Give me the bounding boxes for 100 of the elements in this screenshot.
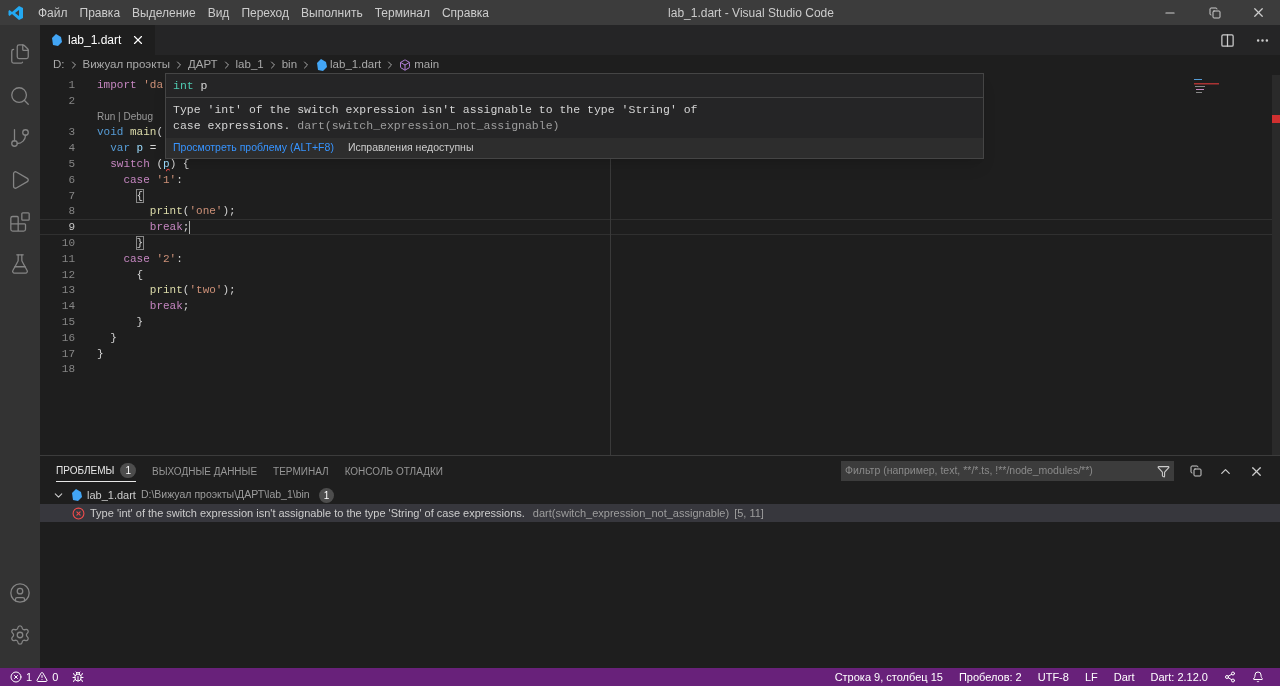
line-number: 14 — [60, 299, 75, 313]
menu-item[interactable]: Правка — [73, 3, 127, 22]
feedback-icon[interactable] — [1224, 671, 1236, 683]
line-number: 10 — [60, 235, 75, 250]
filter-field[interactable]: Фильтр (например, text, **/*.ts, !**/node_modules/**) — [841, 461, 1174, 481]
hover-message: Type 'int' of the switch expression isn't assignable to the type 'String' of case expressions. dart(switch_expression_not_assignable) — [173, 103, 698, 133]
scrollbar[interactable] — [1272, 75, 1280, 455]
code-line: { — [135, 188, 144, 203]
menu-item[interactable]: Справка — [435, 3, 495, 22]
file-path: D:\Вижуал проэкты\ДАРТ\lab_1\bin — [140, 487, 310, 503]
problem-message: Type 'int' of the switch expression isn't assignable to the type 'String' of case expressions. — [90, 505, 525, 521]
filter-icon[interactable] — [1157, 464, 1170, 478]
warning-count[interactable]: 0 — [52, 668, 59, 686]
breadcrumb-item[interactable]: main — [414, 56, 440, 74]
problem-position: [5, 11] — [734, 505, 764, 521]
menu-item[interactable]: Терминал — [368, 3, 436, 22]
breadcrumb-item[interactable]: D: — [53, 56, 65, 74]
line-number: 17 — [60, 346, 75, 361]
code-line: { — [135, 267, 144, 282]
menu-item[interactable]: Файл — [32, 3, 74, 22]
debug-icon[interactable] — [72, 671, 85, 683]
dart-file-icon — [315, 59, 328, 71]
error-marker — [1272, 115, 1280, 123]
status-item[interactable]: Dart — [1107, 668, 1141, 686]
view-problem-link[interactable]: Просмотреть проблему (ALT+F8) — [173, 140, 334, 157]
problem-source: dart(switch_expression_not_assignable) — [532, 505, 730, 521]
status-item[interactable]: Пробелов: 2 — [952, 668, 1028, 686]
line-number: 12 — [60, 267, 75, 282]
close-icon[interactable] — [1251, 5, 1266, 20]
file-name[interactable]: lab_1.dart — [87, 486, 136, 504]
account-icon[interactable] — [9, 582, 31, 604]
line-number: 5 — [67, 157, 75, 171]
line-number: 15 — [60, 314, 75, 329]
panel-tab[interactable]: ПРОБЛЕМЫ 1 — [56, 460, 136, 482]
window-title: lab_1.dart - Visual Studio Code — [667, 4, 835, 22]
text-cursor — [189, 220, 191, 234]
breadcrumb-item[interactable]: bin — [281, 56, 298, 74]
line-number: 8 — [67, 204, 75, 219]
line-number: 13 — [60, 283, 75, 298]
menu-item[interactable]: Вид — [201, 3, 236, 22]
line-number: 18 — [60, 362, 75, 377]
bell-icon[interactable] — [1252, 671, 1264, 683]
code-line: } — [97, 346, 104, 361]
breadcrumb-item[interactable]: ДАРТ — [187, 56, 218, 74]
hover-signature: int p — [173, 79, 208, 92]
line-number: 11 — [60, 251, 75, 266]
menu-item[interactable]: Выполнить — [295, 3, 369, 22]
breadcrumb-item[interactable]: lab_1 — [235, 56, 264, 74]
status-item[interactable]: LF — [1078, 668, 1104, 686]
code-line: var p = — [109, 141, 157, 155]
branch-icon[interactable] — [9, 127, 31, 149]
files-icon[interactable] — [9, 43, 31, 65]
line-number: 4 — [67, 141, 75, 155]
count-badge: 1 — [318, 487, 335, 503]
code-line: import 'da — [97, 78, 163, 92]
code-line: switch (p) { — [109, 157, 190, 171]
code-line: } — [135, 235, 144, 250]
line-number: 6 — [67, 172, 75, 187]
split-editor-icon[interactable] — [1220, 32, 1235, 48]
codelens[interactable]: Run | Debug — [97, 108, 153, 125]
panel-tab[interactable]: ТЕРМИНАЛ — [273, 460, 329, 482]
code-line: case '2': — [122, 251, 183, 266]
line-number: 2 — [67, 93, 75, 108]
restore-icon[interactable] — [1209, 6, 1221, 19]
dart-file-icon — [50, 34, 62, 46]
error-count[interactable]: 1 — [26, 668, 33, 686]
menu-item[interactable]: Выделение — [126, 3, 202, 22]
app-logo — [8, 4, 24, 21]
code-line: case '1': — [122, 172, 183, 187]
dart-file-icon — [70, 489, 82, 501]
status-item[interactable]: Строка 9, столбец 15 — [828, 668, 949, 686]
minimap-drawing — [1194, 79, 1219, 93]
code-line: } — [135, 314, 144, 329]
code-line: void main( — [97, 125, 164, 140]
count-badge: 1 — [120, 463, 136, 478]
line-number: 16 — [60, 330, 75, 345]
panel-tab[interactable]: КОНСОЛЬ ОТЛАДКИ — [344, 460, 443, 482]
code-line: } — [109, 330, 117, 345]
search-icon[interactable] — [9, 85, 31, 107]
error-icon — [10, 671, 22, 683]
hover-note: Исправления недоступны — [347, 140, 474, 156]
problem-row[interactable]: Type 'int' of the switch expression isn't assignable to the type 'String' of case expressions. dart(switch_expression_not_assignable) [5, 11] — [40, 504, 1280, 522]
cube-icon — [399, 59, 412, 71]
code-line: break; — [148, 220, 191, 234]
error-icon — [72, 506, 85, 520]
breadcrumb-item[interactable]: Вижуал проэкты — [82, 56, 170, 74]
settings-icon[interactable] — [9, 624, 31, 646]
code-line: break; — [148, 299, 190, 313]
warning-icon — [36, 671, 49, 683]
code-line: print('one'); — [148, 204, 236, 219]
panel-tab[interactable]: ВЫХОДНЫЕ ДАННЫЕ — [151, 460, 258, 482]
breadcrumb-item[interactable]: lab_1.dart — [330, 56, 382, 74]
menu-item[interactable]: Переход — [235, 3, 296, 22]
editor-tab[interactable]: lab_1.dart — [40, 25, 156, 55]
status-item[interactable]: UTF-8 — [1031, 668, 1075, 686]
extensions-icon[interactable] — [9, 211, 31, 233]
line-number: 7 — [67, 188, 75, 203]
flask-icon[interactable] — [9, 253, 31, 275]
collapse-all-icon[interactable] — [1190, 465, 1202, 477]
status-item[interactable]: Dart: 2.12.0 — [1144, 668, 1214, 686]
